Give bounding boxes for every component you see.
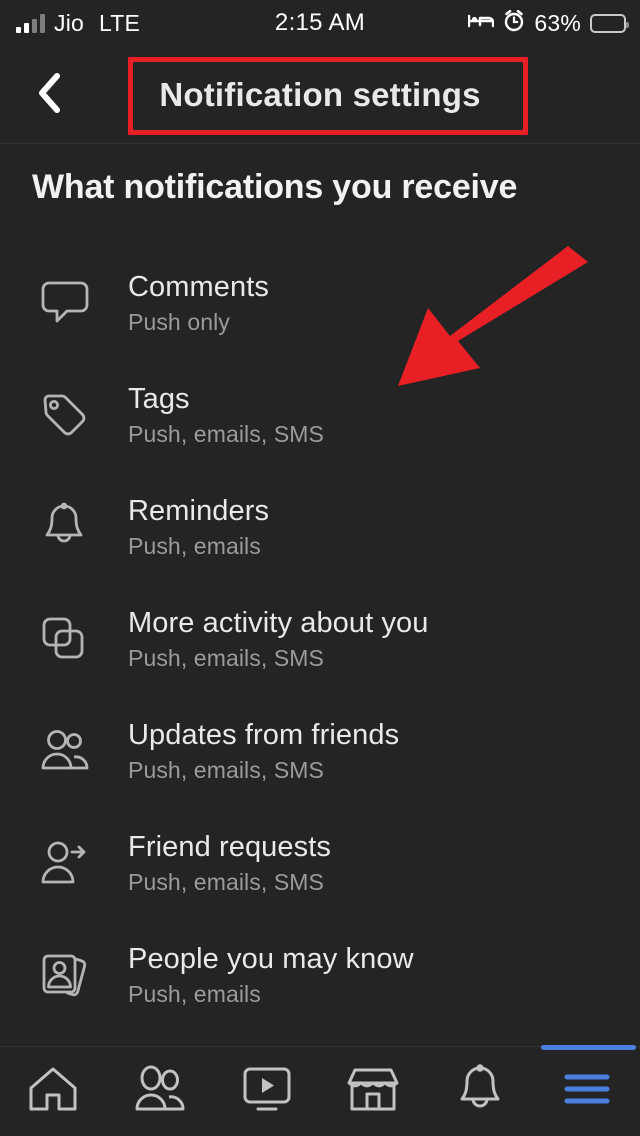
list-item-subtitle: Push, emails [128,532,261,559]
battery-percent-label: 63% [534,9,581,36]
list-item-comments[interactable]: Comments Push only [0,247,640,359]
list-item-more-activity[interactable]: More activity about you Push, emails, SM… [0,583,640,695]
list-item-subtitle: Push, emails [128,980,261,1007]
list-item-updates-from-friends[interactable]: Updates from friends Push, emails, SMS [0,695,640,807]
tag-icon [40,387,104,443]
tab-home[interactable] [0,1047,107,1136]
bell-icon [455,1063,505,1120]
tab-active-indicator [541,1044,637,1050]
status-bar-right: 63% [468,0,629,46]
list-item-text: Reminders Push, emails [128,493,269,562]
list-item-people-you-may-know[interactable]: People you may know Push, emails [0,919,640,1031]
list-item-title: Comments [128,270,269,303]
list-item-subtitle: Push only [128,308,230,335]
marketplace-store-icon [346,1064,400,1119]
list-item-title: People you may know [128,942,414,975]
two-people-icon [40,723,104,779]
battery-icon [590,13,629,33]
tab-marketplace[interactable] [320,1047,427,1136]
list-item-text: More activity about you Push, emails, SM… [128,605,429,674]
list-item-title: Reminders [128,494,270,527]
home-icon [26,1064,80,1119]
list-item-text: Comments Push only [128,269,269,338]
list-item-subtitle: Push, emails, SMS [128,756,324,783]
bell-icon [40,499,104,555]
list-item-subtitle: Push, emails, SMS [128,420,324,447]
list-item-text: People you may know Push, emails [128,941,414,1010]
list-item-friend-requests[interactable]: Friend requests Push, emails, SMS [0,807,640,919]
list-item-title: Friend requests [128,830,331,863]
bottom-tab-bar [0,1044,640,1136]
list-item-subtitle: Push, emails, SMS [128,644,324,671]
person-arrow-icon [40,835,104,891]
list-item-text: Friend requests Push, emails, SMS [128,829,331,898]
list-item-reminders[interactable]: Reminders Push, emails [0,471,640,583]
list-item-title: Updates from friends [128,718,400,751]
tab-watch[interactable] [213,1047,320,1136]
page-title: Notification settings [159,76,481,113]
phone-screen: Jio LTE 2:15 AM 63% Notification setting… [0,0,640,1136]
list-item-title: More activity about you [128,606,429,639]
tab-notifications[interactable] [427,1047,534,1136]
list-item-tags[interactable]: Tags Push, emails, SMS [0,359,640,471]
friends-icon [132,1064,188,1119]
alarm-icon [503,9,525,37]
list-item-subtitle: Push, emails, SMS [128,868,324,895]
watch-video-icon [240,1064,294,1119]
comment-bubble-icon [40,275,104,331]
list-item-text: Tags Push, emails, SMS [128,381,324,450]
stacked-squares-icon [40,611,104,667]
nav-header: Notification settings [0,46,640,144]
list-item-title: Tags [128,382,190,415]
tab-menu[interactable] [533,1044,640,1136]
status-bar: Jio LTE 2:15 AM 63% [0,0,640,46]
notification-settings-list: Comments Push only Tags Push, emails, SM… [0,247,640,1031]
photo-cards-person-icon [40,947,104,1003]
bed-icon [468,12,495,35]
section-heading: What notifications you receive [32,168,518,206]
hamburger-menu-icon [559,1069,615,1114]
tab-friends[interactable] [107,1047,214,1136]
list-item-text: Updates from friends Push, emails, SMS [128,717,399,786]
